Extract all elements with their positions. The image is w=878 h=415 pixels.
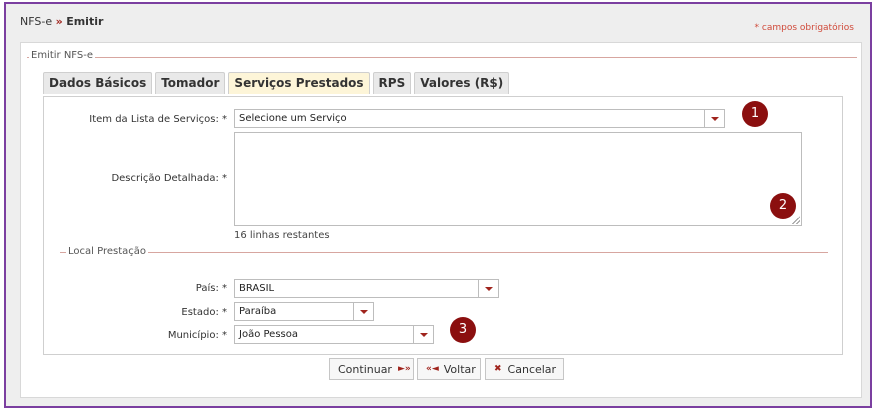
emitir-panel: Emitir NFS-e Dados Básicos Tomador Servi…: [20, 42, 862, 398]
linhas-restantes-hint: 16 linhas restantes: [234, 230, 330, 241]
tab-tomador[interactable]: Tomador: [155, 72, 226, 94]
municipio-value: João Pessoa: [239, 329, 298, 340]
municipio-label: Município: *: [167, 330, 227, 341]
chevron-down-icon[interactable]: [413, 326, 433, 343]
tab-content: Item da Lista de Serviços: * Selecione u…: [43, 96, 843, 355]
municipio-select[interactable]: João Pessoa: [234, 325, 434, 344]
chevron-down-icon[interactable]: [478, 280, 498, 297]
required-fields-note: * campos obrigatórios: [754, 23, 854, 33]
estado-select[interactable]: Paraíba: [234, 302, 374, 321]
voltar-label: Voltar: [443, 362, 476, 376]
local-prestacao-title: Local Prestação: [66, 246, 148, 257]
breadcrumb: NFS-e » Emitir: [20, 15, 103, 28]
step-badge-1: 1: [742, 101, 768, 127]
descricao-label: Descrição Detalhada: *: [111, 173, 227, 184]
descricao-textarea[interactable]: [234, 132, 802, 226]
pais-select[interactable]: BRASIL: [234, 279, 499, 298]
estado-label: Estado: *: [181, 307, 227, 318]
back-arrows-icon: «◄: [426, 364, 439, 374]
tab-servicos-prestados[interactable]: Serviços Prestados: [228, 72, 370, 94]
item-servico-value: Selecione um Serviço: [239, 113, 347, 124]
local-prestacao-border: [60, 252, 828, 253]
pais-value: BRASIL: [239, 283, 275, 294]
cancelar-label: Cancelar: [507, 362, 557, 376]
chevron-down-icon[interactable]: [353, 303, 373, 320]
estado-value: Paraíba: [239, 306, 277, 317]
resize-handle-icon[interactable]: [792, 216, 800, 224]
voltar-button[interactable]: «◄ Voltar: [417, 358, 481, 380]
cancelar-button[interactable]: ✖ Cancelar: [485, 358, 564, 380]
breadcrumb-separator: »: [55, 15, 63, 28]
fieldset-border: [27, 57, 857, 58]
step-badge-3: 3: [450, 317, 476, 343]
chevron-down-icon[interactable]: [704, 110, 724, 127]
continuar-label: Continuar: [338, 362, 392, 376]
tab-rps[interactable]: RPS: [372, 72, 412, 94]
fieldset-title: Emitir NFS-e: [29, 50, 95, 61]
tab-bar: Dados Básicos Tomador Serviços Prestados…: [43, 72, 512, 94]
tab-dados-basicos[interactable]: Dados Básicos: [43, 72, 153, 94]
app-frame: NFS-e » Emitir * campos obrigatórios Emi…: [4, 2, 872, 408]
pais-label: País: *: [195, 283, 227, 294]
close-icon: ✖: [494, 364, 502, 374]
continuar-button[interactable]: Continuar ►»: [329, 358, 414, 380]
breadcrumb-root[interactable]: NFS-e: [20, 15, 52, 28]
step-badge-2: 2: [770, 193, 796, 219]
breadcrumb-current: Emitir: [66, 15, 104, 28]
tab-valores[interactable]: Valores (R$): [414, 72, 510, 94]
item-servico-label: Item da Lista de Serviços: *: [89, 114, 227, 125]
forward-arrows-icon: ►»: [397, 364, 411, 374]
item-servico-select[interactable]: Selecione um Serviço: [234, 109, 725, 128]
